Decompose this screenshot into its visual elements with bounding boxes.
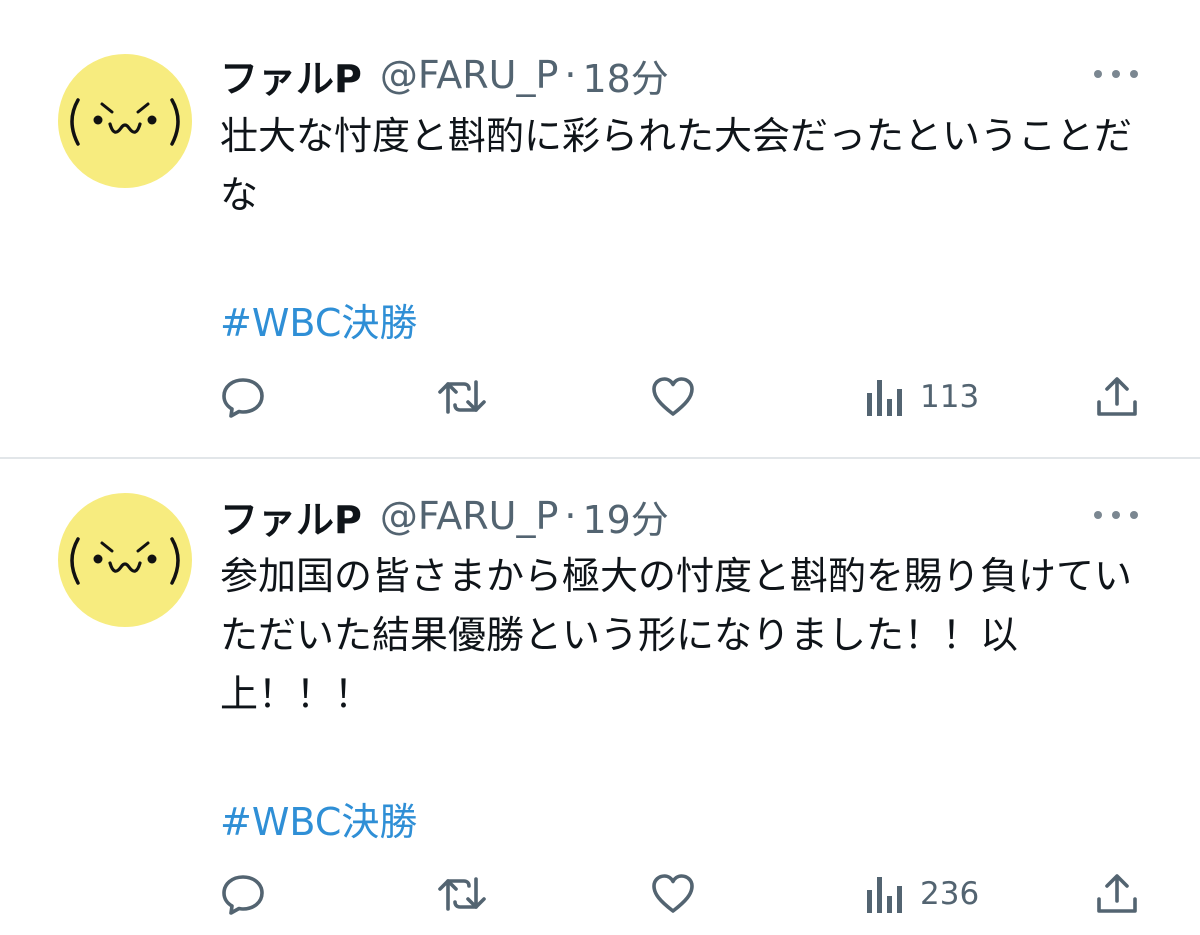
share-icon bbox=[1097, 377, 1137, 416]
tweet-text: 参加国の皆さまから極大の忖度と斟酌を賜り負けていただいた結果優勝という形になりま… bbox=[220, 554, 1133, 716]
tweet-header: ファルP @FARU_P · 19分 bbox=[220, 489, 669, 544]
tweet-actions: 113 bbox=[220, 372, 1140, 422]
views-count: 236 bbox=[920, 876, 980, 912]
like-button[interactable] bbox=[650, 372, 696, 422]
kaomoji-face-icon bbox=[70, 537, 180, 585]
username-handle[interactable]: @FARU_P bbox=[380, 494, 559, 538]
retweet-button[interactable] bbox=[438, 372, 486, 422]
share-button[interactable] bbox=[1094, 372, 1140, 422]
reply-icon bbox=[222, 378, 264, 418]
timestamp[interactable]: 19分 bbox=[582, 489, 668, 544]
reply-button[interactable] bbox=[220, 372, 266, 422]
more-icon[interactable] bbox=[1094, 64, 1138, 84]
tweet-2[interactable]: ファルP @FARU_P · 19分 参加国の皆さまから極大の忖度と斟酌を賜り負… bbox=[0, 459, 1200, 935]
tweet-actions: 236 bbox=[220, 869, 1140, 919]
views-icon bbox=[867, 877, 902, 913]
timestamp[interactable]: 18分 bbox=[582, 48, 668, 103]
retweet-icon bbox=[438, 877, 486, 911]
views-button[interactable]: 113 bbox=[864, 372, 979, 422]
views-button[interactable]: 236 bbox=[864, 869, 979, 919]
avatar[interactable] bbox=[58, 493, 192, 627]
hashtag-link[interactable]: #WBC決勝 bbox=[220, 292, 417, 347]
like-button[interactable] bbox=[650, 869, 696, 919]
retweet-icon bbox=[438, 380, 486, 414]
display-name[interactable]: ファルP bbox=[220, 489, 362, 544]
separator-dot: · bbox=[564, 53, 577, 97]
like-icon bbox=[652, 874, 694, 913]
tweet-text: 壮大な忖度と斟酌に彩られた大会だったということだな bbox=[220, 114, 1133, 217]
kaomoji-face-icon bbox=[70, 98, 180, 146]
username-handle[interactable]: @FARU_P bbox=[380, 53, 559, 97]
hashtag-link[interactable]: #WBC決勝 bbox=[220, 791, 417, 846]
display-name[interactable]: ファルP bbox=[220, 48, 362, 103]
tweet-header: ファルP @FARU_P · 18分 bbox=[220, 48, 669, 103]
share-button[interactable] bbox=[1094, 869, 1140, 919]
reply-icon bbox=[222, 875, 264, 915]
avatar[interactable] bbox=[58, 54, 192, 188]
retweet-button[interactable] bbox=[438, 869, 486, 919]
separator-dot: · bbox=[564, 494, 577, 538]
share-icon bbox=[1097, 874, 1137, 913]
views-icon bbox=[867, 380, 902, 416]
like-icon bbox=[652, 377, 694, 416]
views-count: 113 bbox=[920, 379, 980, 415]
more-icon[interactable] bbox=[1094, 505, 1138, 525]
tweet-1[interactable]: ファルP @FARU_P · 18分 壮大な忖度と斟酌に彩られた大会だったという… bbox=[0, 0, 1200, 457]
reply-button[interactable] bbox=[220, 869, 266, 919]
